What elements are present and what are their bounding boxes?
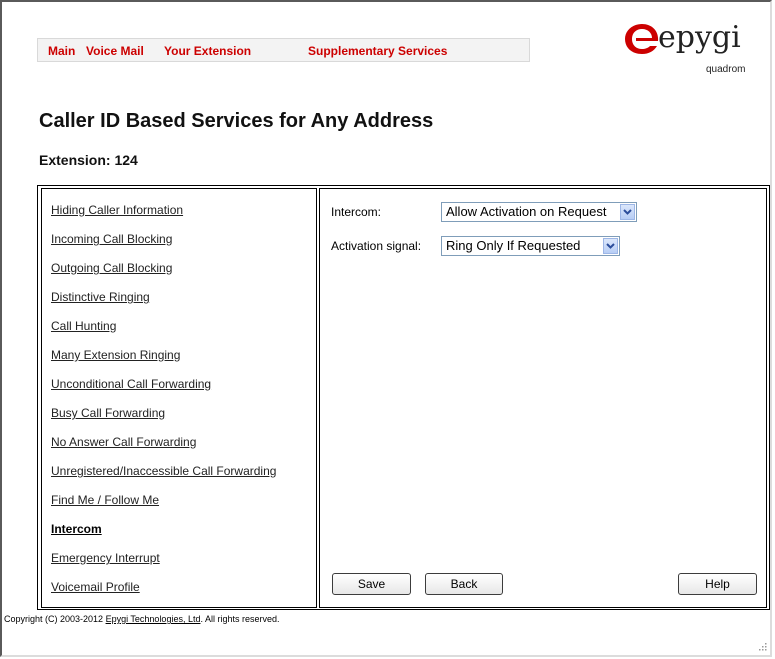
back-button[interactable]: Back xyxy=(425,573,503,595)
chevron-down-icon xyxy=(620,204,635,220)
epygi-logo: epygi quadrom xyxy=(624,20,764,82)
sidebar-item-unregistered-call-forwarding[interactable]: Unregistered/Inaccessible Call Forwardin… xyxy=(51,464,276,478)
activation-signal-select[interactable]: Ring Only If Requested xyxy=(441,236,620,256)
logo-product: quadrom xyxy=(706,64,746,75)
copyright-prefix: Copyright (C) 2003-2012 xyxy=(4,614,106,624)
logo-mark-icon xyxy=(625,24,659,54)
sidebar-item-outgoing-call-blocking[interactable]: Outgoing Call Blocking xyxy=(51,261,172,275)
page-title: Caller ID Based Services for Any Address xyxy=(39,110,434,132)
top-navigation: Main Voice Mail Your Extension Supplemen… xyxy=(37,38,530,62)
resize-grip-icon[interactable] xyxy=(757,641,767,651)
nav-your-extension[interactable]: Your Extension xyxy=(164,44,251,58)
nav-voice-mail[interactable]: Voice Mail xyxy=(86,44,144,58)
copyright-suffix: . All rights reserved. xyxy=(200,614,280,624)
sidebar-item-no-answer-call-forwarding[interactable]: No Answer Call Forwarding xyxy=(51,435,196,449)
sidebar-item-unconditional-call-forwarding[interactable]: Unconditional Call Forwarding xyxy=(51,377,211,391)
sidebar-item-hiding-caller-information[interactable]: Hiding Caller Information xyxy=(51,203,183,217)
intercom-label: Intercom: xyxy=(331,205,382,219)
copyright-footer: Copyright (C) 2003-2012 Epygi Technologi… xyxy=(4,614,280,624)
logo-brand: epygi xyxy=(658,20,741,55)
epygi-link[interactable]: Epygi Technologies, Ltd xyxy=(106,614,201,624)
sidebar-item-distinctive-ringing[interactable]: Distinctive Ringing xyxy=(51,290,150,304)
sidebar-item-busy-call-forwarding[interactable]: Busy Call Forwarding xyxy=(51,406,165,420)
activation-signal-label: Activation signal: xyxy=(331,239,422,253)
sidebar-item-voicemail-profile[interactable]: Voicemail Profile xyxy=(51,580,140,594)
activation-signal-select-value: Ring Only If Requested xyxy=(446,238,581,253)
nav-main[interactable]: Main xyxy=(48,44,75,58)
intercom-select-value: Allow Activation on Request xyxy=(446,204,607,219)
sidebar-item-many-extension-ringing[interactable]: Many Extension Ringing xyxy=(51,348,180,362)
sidebar-item-incoming-call-blocking[interactable]: Incoming Call Blocking xyxy=(51,232,172,246)
chevron-down-icon xyxy=(603,238,618,254)
intercom-select[interactable]: Allow Activation on Request xyxy=(441,202,637,222)
sidebar-panel xyxy=(41,188,317,608)
nav-supplementary-services[interactable]: Supplementary Services xyxy=(308,44,447,58)
sidebar-item-find-me-follow-me[interactable]: Find Me / Follow Me xyxy=(51,493,159,507)
sidebar-item-emergency-interrupt[interactable]: Emergency Interrupt xyxy=(51,551,160,565)
save-button[interactable]: Save xyxy=(332,573,411,595)
sidebar-item-intercom[interactable]: Intercom xyxy=(51,522,102,536)
extension-label: Extension: 124 xyxy=(39,152,138,168)
sidebar-item-call-hunting[interactable]: Call Hunting xyxy=(51,319,116,333)
help-button[interactable]: Help xyxy=(678,573,757,595)
